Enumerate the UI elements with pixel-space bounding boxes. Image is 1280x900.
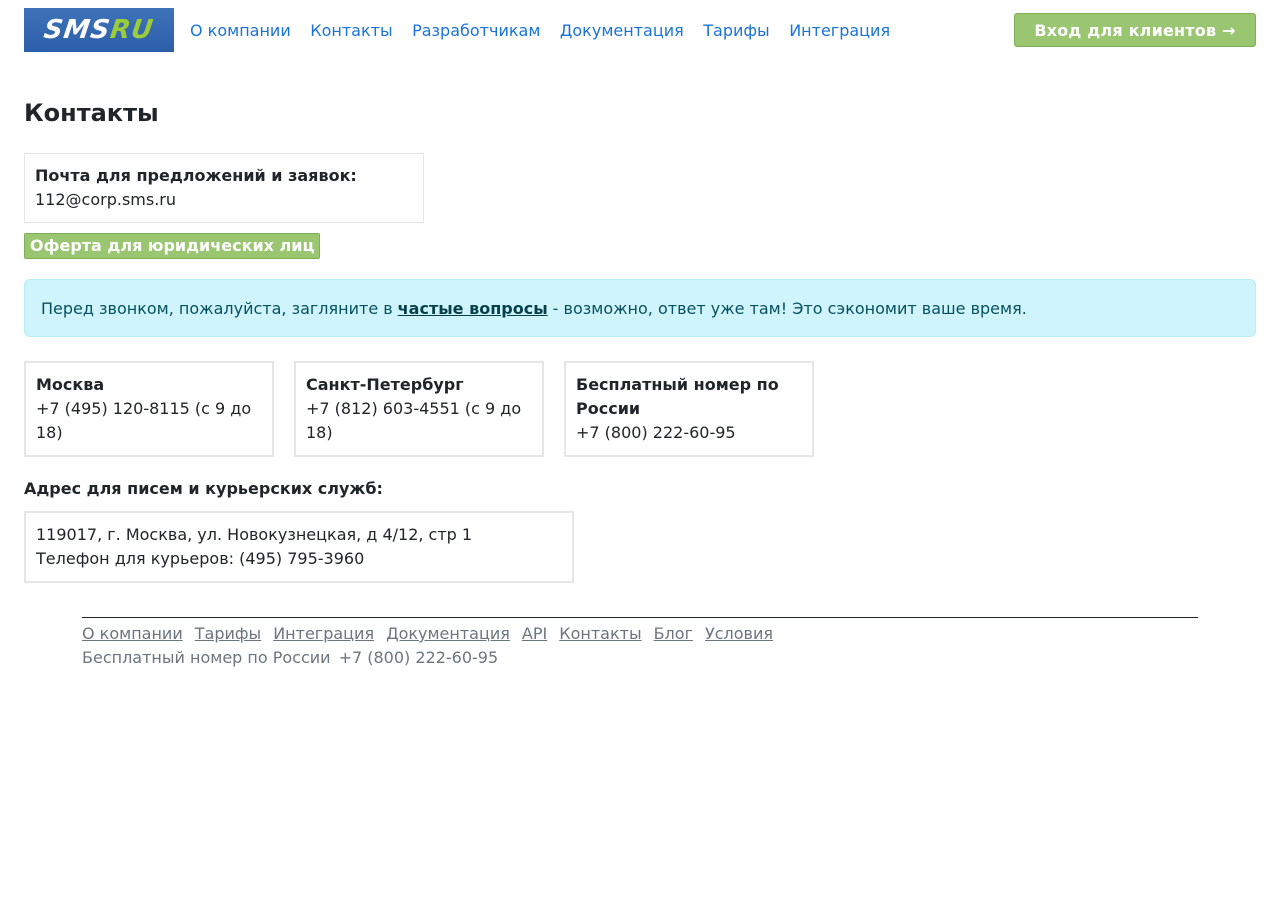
site-header: SMSRU О компании Контакты Разработчикам … [24, 8, 1256, 52]
offer-button[interactable]: Оферта для юридических лиц [24, 233, 320, 259]
main-nav: О компании Контакты Разработчикам Докуме… [190, 8, 910, 52]
mail-value: 112@corp.sms.ru [35, 190, 177, 209]
phone-number: +7 (495) 120-8115 (с 9 до 18) [36, 399, 252, 442]
phone-number: +7 (800) 222-60-95 [576, 423, 736, 442]
mail-box: Почта для предложений и заявок: 112@corp… [24, 153, 424, 223]
phone-card-free: Бесплатный номер по России +7 (800) 222-… [564, 361, 814, 457]
footer-link-docs[interactable]: Документация [386, 624, 510, 643]
footer-link-integration[interactable]: Интеграция [273, 624, 374, 643]
footer-link-contacts[interactable]: Контакты [559, 624, 641, 643]
courier-phone: Телефон для курьеров: (495) 795-3960 [36, 549, 365, 568]
phone-card-moscow: Москва +7 (495) 120-8115 (с 9 до 18) [24, 361, 274, 457]
client-login-button[interactable]: Вход для клиентов → [1014, 13, 1256, 47]
address-box: 119017, г. Москва, ул. Новокузнецкая, д … [24, 511, 574, 583]
faq-link[interactable]: частые вопросы [398, 299, 548, 318]
alert-text-after: - возможно, ответ уже там! Это сэкономит… [552, 298, 1027, 318]
phone-card-spb: Санкт-Петербург +7 (812) 603-4551 (с 9 д… [294, 361, 544, 457]
footer-phone-number: +7 (800) 222-60-95 [338, 648, 499, 667]
site-footer: О компании Тарифы Интеграция Документация AP… [82, 617, 1198, 670]
footer-phone-label: Бесплатный номер по России [82, 648, 331, 667]
nav-docs[interactable]: Документация [560, 21, 684, 40]
nav-developers[interactable]: Разработчикам [412, 21, 540, 40]
footer-phone: Бесплатный номер по России +7 (800) 222-6… [82, 646, 1198, 670]
nav-integration[interactable]: Интеграция [789, 21, 890, 40]
mail-label: Почта для предложений и заявок: [35, 166, 357, 185]
logo-text: SMSRU [42, 15, 156, 45]
footer-link-blog[interactable]: Блог [654, 624, 693, 643]
address-label: Адрес для писем и курьерских служб: [24, 479, 383, 498]
nav-about[interactable]: О компании [190, 21, 291, 40]
footer-link-about[interactable]: О компании [82, 624, 183, 643]
footer-links: О компании Тарифы Интеграция Документация AP… [82, 622, 1198, 646]
phone-city: Санкт-Петербург [306, 375, 464, 394]
phone-city: Бесплатный номер по России [576, 375, 779, 418]
footer-link-api[interactable]: API [522, 624, 547, 643]
phone-city: Москва [36, 375, 105, 394]
phone-number: +7 (812) 603-4551 (с 9 до 18) [306, 399, 522, 442]
faq-alert: Перед звонком, пожалуйста, загляните в ч… [24, 279, 1256, 337]
logo-sms: SMS [42, 15, 113, 45]
page-title: Контакты [24, 99, 159, 127]
address-line: 119017, г. Москва, ул. Новокузнецкая, д … [36, 525, 473, 544]
nav-tariffs[interactable]: Тарифы [703, 21, 769, 40]
footer-link-tariffs[interactable]: Тарифы [195, 624, 261, 643]
logo-ru: RU [108, 15, 156, 45]
nav-contacts[interactable]: Контакты [310, 21, 392, 40]
alert-text-before: Перед звонком, пожалуйста, загляните в [41, 298, 393, 318]
sms-ru-logo[interactable]: SMSRU [24, 8, 174, 52]
footer-link-terms[interactable]: Условия [705, 624, 773, 643]
